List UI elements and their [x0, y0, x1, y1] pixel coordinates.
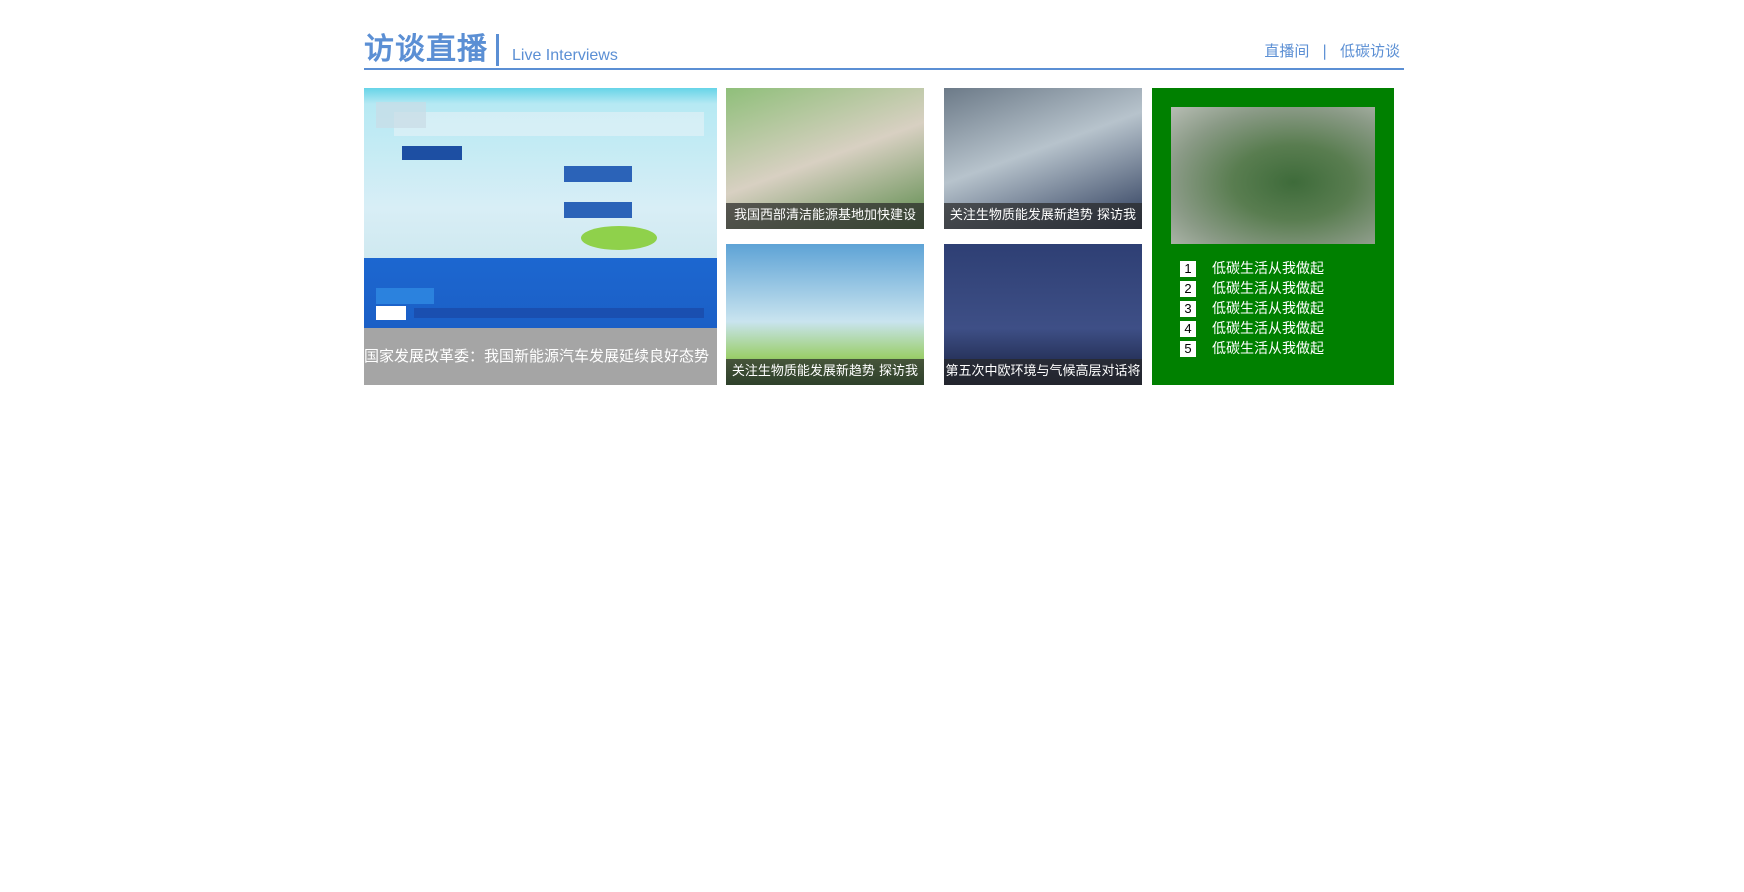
video-thumb-card[interactable]: 我国西部清洁能源基地加快建设	[726, 88, 924, 229]
header-links: 直播间 | 低碳访谈	[1264, 40, 1400, 61]
list-item[interactable]: 3 低碳生活从我做起	[1180, 299, 1324, 319]
list-item[interactable]: 1 低碳生活从我做起	[1180, 259, 1324, 279]
rank-number: 1	[1180, 261, 1196, 277]
rank-number: 2	[1180, 281, 1196, 297]
thumb-caption[interactable]: 我国西部清洁能源基地加快建设	[726, 203, 924, 229]
content-grid: 国家发展改革委：我国新能源汽车发展延续良好态势 我国西部清洁能源基地加快建设 关…	[364, 88, 1404, 388]
link-separator: |	[1322, 42, 1328, 60]
thumb-caption[interactable]: 关注生物质能发展新趋势 探访我	[726, 359, 924, 385]
rank-number: 3	[1180, 301, 1196, 317]
section-header: 访谈直播 Live Interviews 直播间 | 低碳访谈	[364, 28, 1404, 70]
feature-thumbnail[interactable]	[364, 88, 717, 328]
feature-video-card[interactable]: 国家发展改革委：我国新能源汽车发展延续良好态势	[364, 88, 717, 385]
feature-caption[interactable]: 国家发展改革委：我国新能源汽车发展延续良好态势	[364, 328, 717, 385]
rank-label[interactable]: 低碳生活从我做起	[1212, 319, 1324, 339]
rank-number: 4	[1180, 321, 1196, 337]
rank-label[interactable]: 低碳生活从我做起	[1212, 279, 1324, 299]
video-thumb-card[interactable]: 第五次中欧环境与气候高层对话将	[944, 244, 1142, 385]
rank-list: 1 低碳生活从我做起 2 低碳生活从我做起 3 低碳生活从我做起 4 低碳生活从…	[1180, 259, 1324, 359]
list-item[interactable]: 2 低碳生活从我做起	[1180, 279, 1324, 299]
thumb-caption[interactable]: 第五次中欧环境与气候高层对话将	[944, 359, 1142, 385]
thumb-caption[interactable]: 关注生物质能发展新趋势 探访我	[944, 203, 1142, 229]
low-carbon-sidebar: 1 低碳生活从我做起 2 低碳生活从我做起 3 低碳生活从我做起 4 低碳生活从…	[1152, 88, 1394, 385]
rank-label[interactable]: 低碳生活从我做起	[1212, 259, 1324, 279]
list-item[interactable]: 5 低碳生活从我做起	[1180, 339, 1324, 359]
rank-label[interactable]: 低碳生活从我做起	[1212, 339, 1324, 359]
list-item[interactable]: 4 低碳生活从我做起	[1180, 319, 1324, 339]
aerial-map-image[interactable]	[1171, 107, 1375, 244]
live-interviews-section: 访谈直播 Live Interviews 直播间 | 低碳访谈 国家发展改革委：…	[364, 28, 1404, 385]
live-room-link[interactable]: 直播间	[1264, 42, 1309, 60]
feature-thumbnail-art	[376, 102, 704, 320]
video-thumb-card[interactable]: 关注生物质能发展新趋势 探访我	[726, 244, 924, 385]
section-subtitle: Live Interviews	[512, 47, 618, 64]
video-thumb-card[interactable]: 关注生物质能发展新趋势 探访我	[944, 88, 1142, 229]
rank-label[interactable]: 低碳生活从我做起	[1212, 299, 1324, 319]
title-divider	[496, 34, 499, 66]
low-carbon-interview-link[interactable]: 低碳访谈	[1340, 42, 1400, 60]
rank-number: 5	[1180, 341, 1196, 357]
section-title: 访谈直播	[364, 32, 488, 67]
